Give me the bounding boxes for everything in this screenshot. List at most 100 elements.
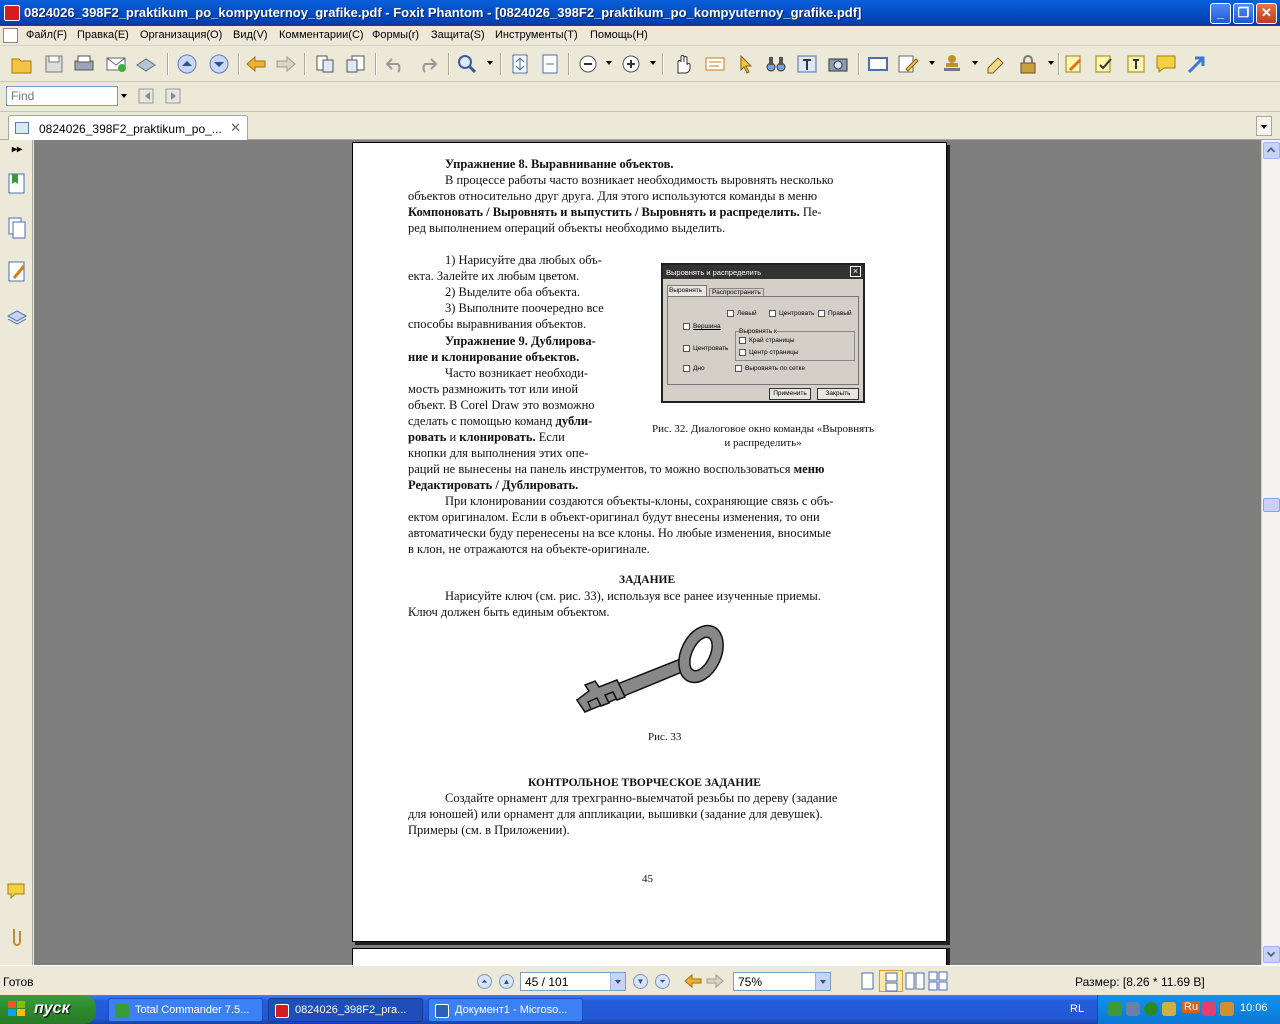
tab-list-button[interactable]	[1256, 116, 1272, 136]
volume-icon[interactable]	[1162, 1002, 1176, 1016]
previous-view-icon[interactable]	[681, 970, 705, 992]
layers-icon[interactable]	[6, 304, 28, 328]
next-page-icon[interactable]: ▼	[633, 974, 648, 989]
rectangle-icon[interactable]	[866, 53, 890, 75]
annotations-icon[interactable]	[6, 260, 28, 284]
zoom-level-input[interactable]: 75%	[733, 972, 831, 991]
zoom-out-dropdown-icon[interactable]	[606, 61, 612, 65]
zoom-out-icon[interactable]	[576, 53, 600, 75]
facing-pages-icon[interactable]	[903, 970, 927, 992]
print-icon[interactable]	[72, 53, 96, 75]
pointer-icon[interactable]	[734, 53, 758, 75]
task-word[interactable]: Документ1 - Microso...	[428, 998, 583, 1022]
extract-pages-icon[interactable]	[313, 53, 337, 75]
zoom-icon[interactable]	[455, 53, 479, 75]
vertical-scrollbar[interactable]	[1261, 140, 1280, 965]
zoom-in-icon[interactable]	[619, 53, 643, 75]
sign-icon[interactable]	[985, 53, 1009, 75]
save-icon[interactable]	[42, 53, 66, 75]
note-dropdown-icon[interactable]	[929, 61, 935, 65]
undo-icon[interactable]	[384, 53, 408, 75]
redo-icon[interactable]	[415, 53, 439, 75]
snapshot-icon[interactable]	[826, 53, 850, 75]
menu-forms[interactable]: Формы(r)	[372, 29, 419, 41]
scroll-up-arrow[interactable]	[1263, 142, 1280, 159]
scroll-down-arrow[interactable]	[1263, 946, 1280, 963]
restore-button[interactable]: ❐	[1233, 3, 1254, 24]
hand-tool-icon[interactable]	[671, 53, 695, 75]
lock-dropdown-icon[interactable]	[1048, 61, 1054, 65]
first-page-icon[interactable]: ⏶	[477, 974, 492, 989]
zoom-in-dropdown-icon[interactable]	[650, 61, 656, 65]
language-indicator[interactable]: Ru	[1182, 1001, 1201, 1013]
menu-protect[interactable]: Защита(S)	[431, 29, 485, 41]
continuous-facing-icon[interactable]	[926, 970, 950, 992]
email-icon[interactable]	[104, 53, 128, 75]
find-input[interactable]	[6, 86, 118, 106]
forward-icon[interactable]	[274, 53, 298, 75]
find-dropdown-icon[interactable]	[121, 94, 127, 98]
menu-help[interactable]: Помощь(H)	[590, 29, 648, 41]
close-button[interactable]: ✕	[1256, 3, 1277, 24]
highlight-icon[interactable]	[1062, 53, 1086, 75]
document-view[interactable]: Упражнение 8. Выравнивание объектов. В п…	[34, 140, 1261, 965]
select-text-icon[interactable]	[703, 53, 727, 75]
attachments-icon[interactable]	[6, 925, 28, 949]
page-number-input[interactable]: 45 / 101	[520, 972, 626, 991]
typewriter-icon[interactable]	[795, 53, 819, 75]
insert-pages-icon[interactable]	[344, 53, 368, 75]
task-foxit[interactable]: 0824026_398F2_pra...	[268, 998, 423, 1022]
tray-heart-icon[interactable]	[1202, 1002, 1216, 1016]
text-box-icon[interactable]	[1124, 53, 1148, 75]
open-icon[interactable]	[10, 53, 34, 75]
continuous-page-icon[interactable]	[879, 970, 903, 992]
comments-panel-icon[interactable]	[6, 880, 28, 904]
menu-edit[interactable]: Правка(E)	[77, 29, 129, 41]
arrow-tool-icon[interactable]	[1185, 53, 1209, 75]
keyboard-layout-indicator[interactable]: RL	[1070, 1003, 1084, 1015]
zoom-dropdown-icon[interactable]	[487, 61, 493, 65]
next-view-icon[interactable]	[703, 970, 727, 992]
find-next-icon[interactable]	[163, 85, 187, 107]
tray-app-icon[interactable]	[1108, 1002, 1122, 1016]
comment-icon[interactable]	[1154, 53, 1178, 75]
document-icon[interactable]	[3, 28, 18, 43]
scanner-icon[interactable]	[134, 53, 158, 75]
foxit-app-icon[interactable]	[4, 5, 20, 21]
minimize-button[interactable]: _	[1210, 3, 1231, 24]
lock-icon[interactable]	[1016, 53, 1040, 75]
stamp-icon[interactable]	[940, 53, 964, 75]
menu-tools[interactable]: Инструменты(T)	[495, 29, 578, 41]
task-total-commander[interactable]: Total Commander 7.5...	[108, 998, 263, 1022]
tab-close-icon[interactable]: ✕	[230, 120, 241, 136]
bookmarks-icon[interactable]	[6, 172, 28, 196]
fit-page-icon[interactable]	[508, 53, 532, 75]
edit-form-icon[interactable]	[1093, 53, 1117, 75]
menu-view[interactable]: Вид(V)	[233, 29, 268, 41]
previous-page-icon[interactable]: ▲	[499, 974, 514, 989]
find-previous-icon[interactable]	[136, 85, 160, 107]
note-pencil-icon[interactable]	[896, 53, 920, 75]
tray-green-icon[interactable]	[1144, 1002, 1158, 1016]
menu-organize[interactable]: Организация(O)	[140, 29, 222, 41]
network-icon[interactable]	[1126, 1002, 1140, 1016]
menu-file[interactable]: Файл(F)	[26, 29, 67, 41]
tray-misc-icon[interactable]	[1220, 1002, 1234, 1016]
last-page-icon[interactable]: ⏷	[655, 974, 670, 989]
paragraph-line: объектов относительно друг друга. Для эт…	[408, 189, 818, 203]
zoom-level-dropdown-icon[interactable]	[815, 973, 830, 990]
start-button[interactable]: пуск	[0, 995, 96, 1024]
back-icon[interactable]	[244, 53, 268, 75]
page-dropdown-icon[interactable]	[610, 973, 625, 990]
page-down-icon[interactable]	[207, 53, 231, 75]
page-up-icon[interactable]	[175, 53, 199, 75]
pages-icon[interactable]	[6, 216, 28, 240]
single-page-icon[interactable]	[856, 970, 880, 992]
binoculars-icon[interactable]	[764, 53, 788, 75]
expand-panel-icon[interactable]: ▸▸	[12, 144, 22, 155]
scroll-thumb[interactable]	[1263, 498, 1280, 512]
fit-width-icon[interactable]	[538, 53, 562, 75]
document-tab[interactable]: 0824026_398F2_praktikum_po_... ✕	[8, 115, 248, 140]
stamp-dropdown-icon[interactable]	[972, 61, 978, 65]
menu-comments[interactable]: Комментарии(C)	[279, 29, 364, 41]
